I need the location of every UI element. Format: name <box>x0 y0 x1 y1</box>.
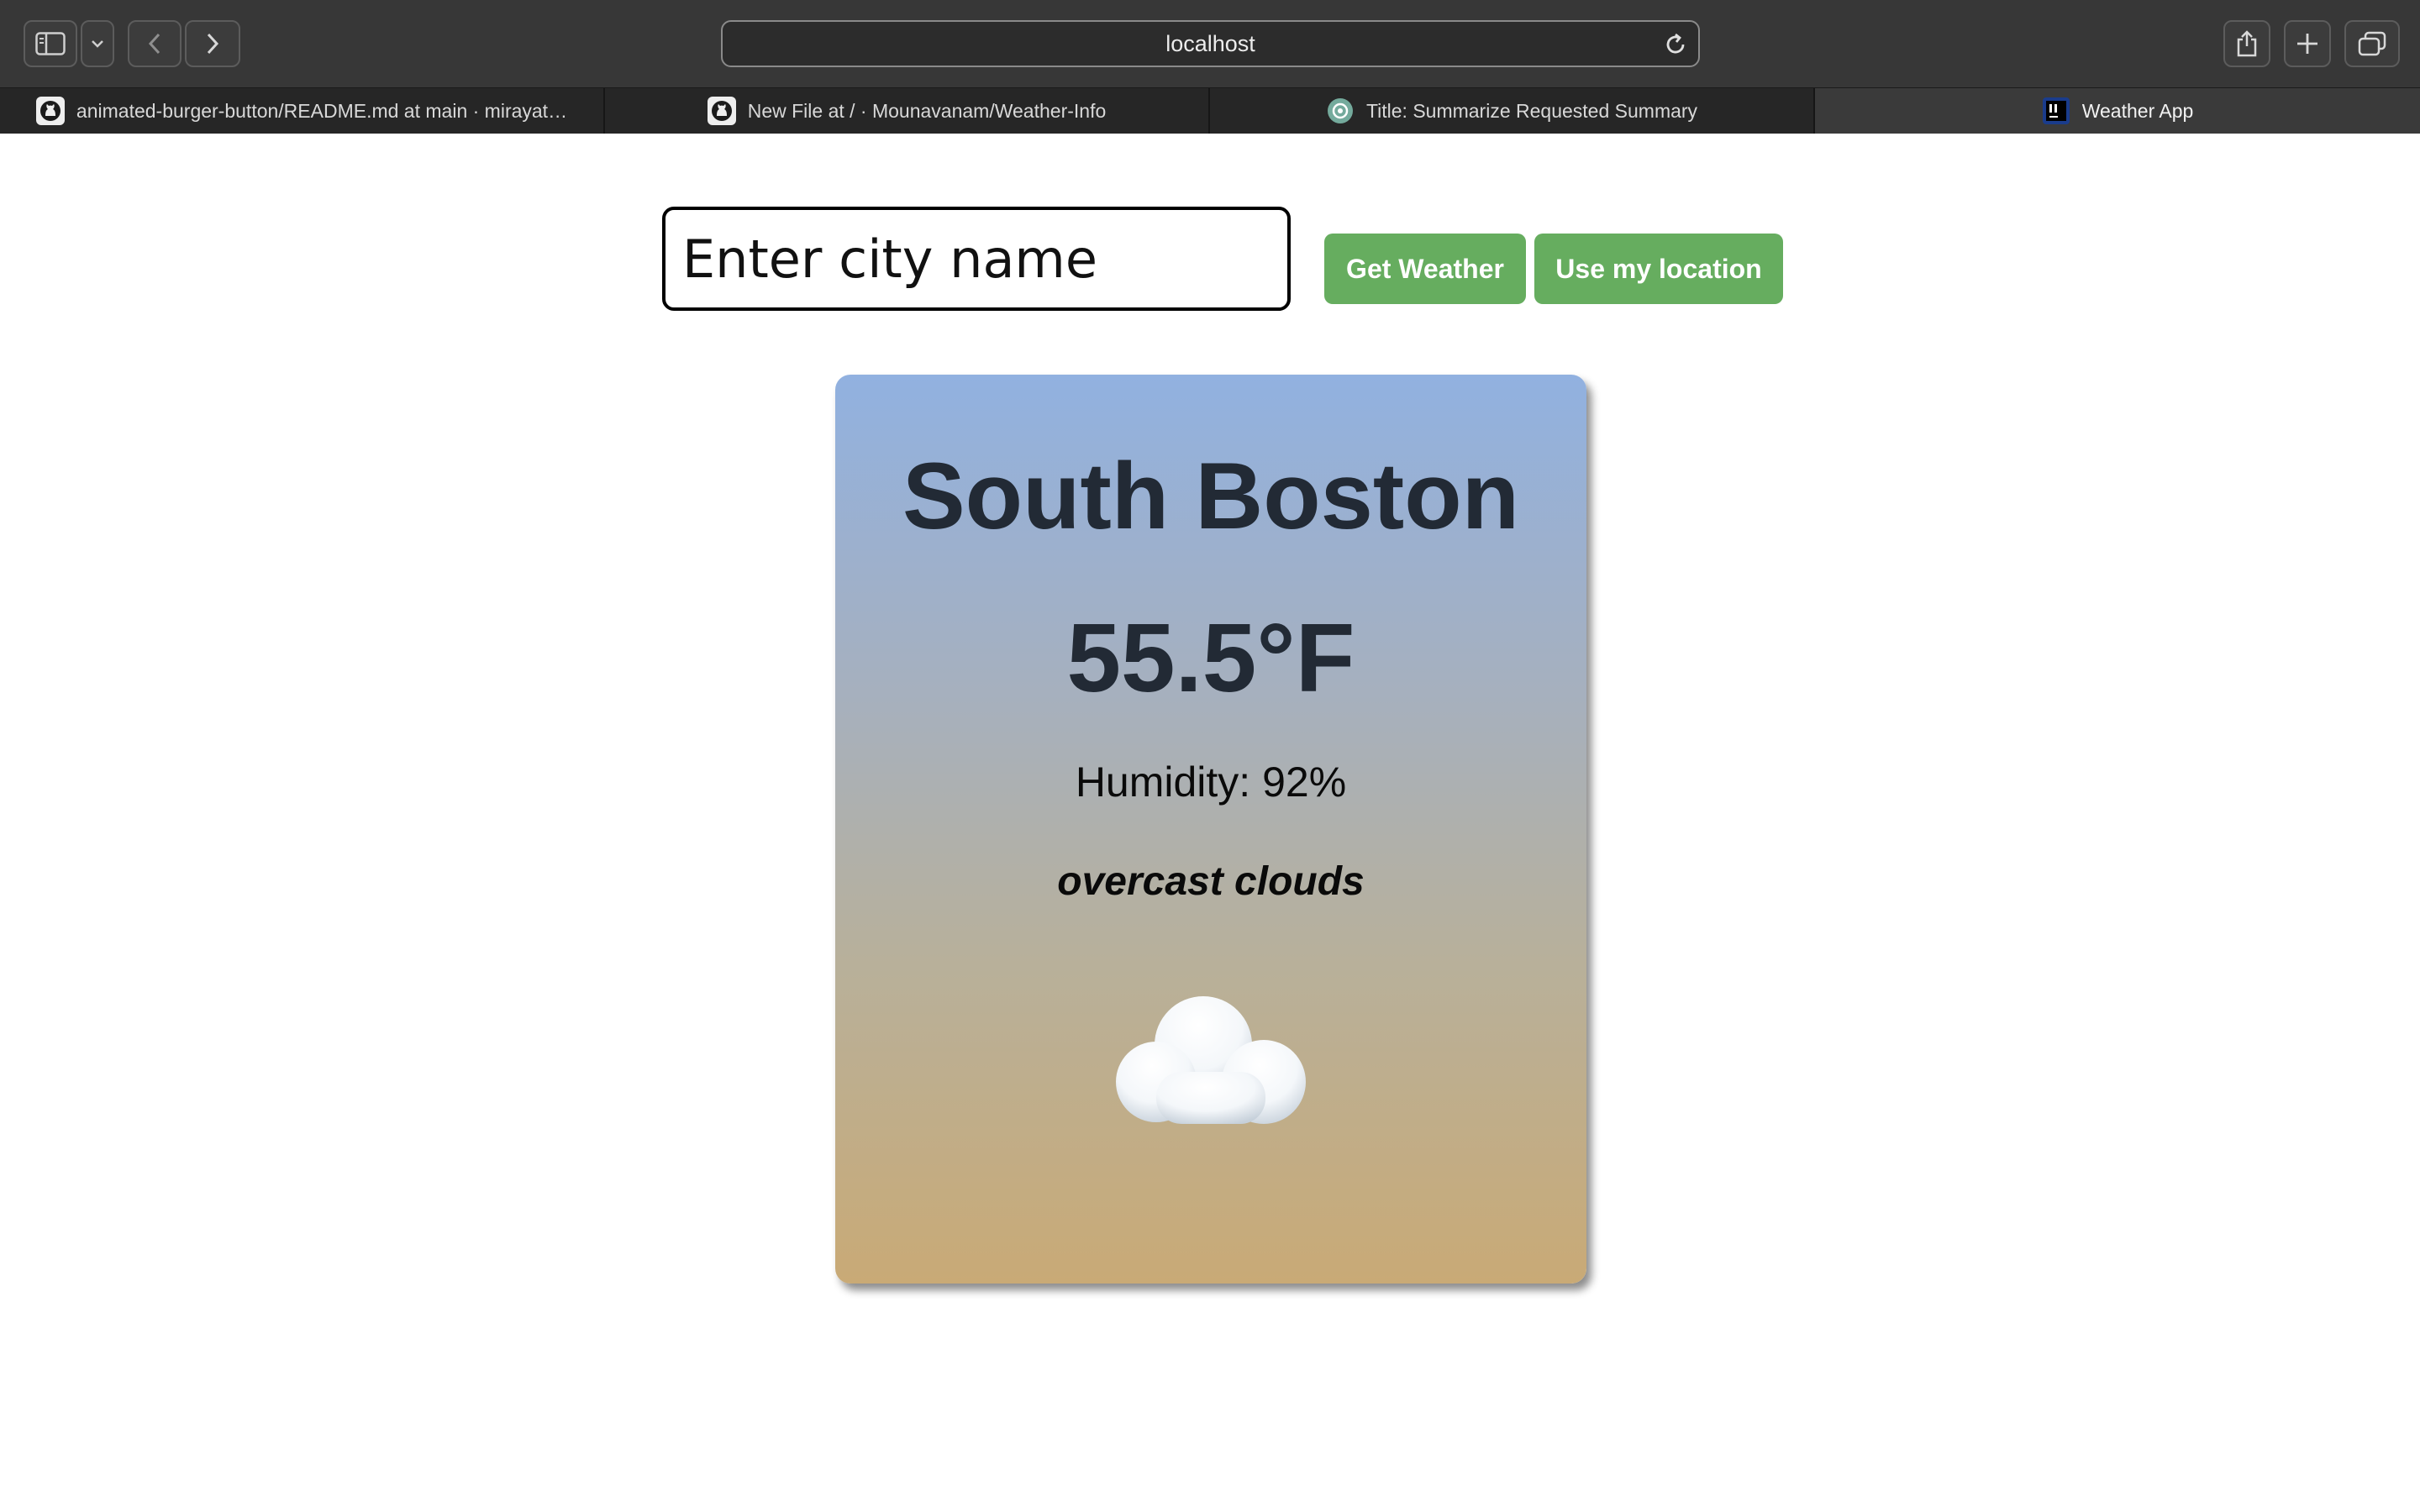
tab-group-dropdown-button[interactable] <box>81 20 114 67</box>
sidebar-icon <box>35 32 66 55</box>
cloud-icon <box>1116 996 1306 1124</box>
github-icon <box>35 97 65 125</box>
github-icon <box>707 97 736 125</box>
tab-github-new-file[interactable]: New File at / · Mounavanam/Weather-Info <box>605 88 1210 134</box>
address-text: localhost <box>1165 30 1255 56</box>
tab-label: New File at / · Mounavanam/Weather-Info <box>747 99 1107 122</box>
new-tab-button[interactable] <box>2284 20 2331 67</box>
tab-label: Weather App <box>2081 99 2194 122</box>
intellij-icon <box>2042 97 2070 125</box>
humidity: Humidity: 92% <box>1075 759 1347 806</box>
reload-icon[interactable] <box>1663 32 1688 57</box>
tab-label: Title: Summarize Requested Summary <box>1365 99 1698 122</box>
share-icon <box>2237 30 2257 57</box>
tab-overview-button[interactable] <box>2344 20 2400 67</box>
sidebar-toggle-button[interactable] <box>24 20 77 67</box>
chatgpt-icon <box>1326 97 1355 125</box>
plus-icon <box>2297 34 2317 54</box>
forward-button[interactable] <box>185 20 240 67</box>
tab-overview-icon <box>2358 31 2386 56</box>
tab-bar: animated-burger-button/README.md at main… <box>0 87 2420 134</box>
chevron-down-icon <box>92 40 103 48</box>
weather-description: overcast clouds <box>1057 859 1365 904</box>
tab-weather-app[interactable]: Weather App <box>1815 88 2420 134</box>
chevron-left-icon <box>148 33 160 55</box>
address-bar[interactable]: localhost <box>721 20 1700 67</box>
get-weather-button[interactable]: Get Weather <box>1324 234 1526 304</box>
back-button[interactable] <box>128 20 182 67</box>
weather-card: South Boston 55.5°F Humidity: 92% overca… <box>835 375 1586 1284</box>
temperature: 55.5°F <box>1066 603 1355 712</box>
browser-toolbar: localhost <box>0 0 2420 87</box>
tab-chatgpt[interactable]: Title: Summarize Requested Summary <box>1210 88 1815 134</box>
tab-github-readme[interactable]: animated-burger-button/README.md at main… <box>0 88 605 134</box>
tab-label: animated-burger-button/README.md at main… <box>76 99 568 122</box>
use-my-location-button[interactable]: Use my location <box>1534 234 1783 304</box>
city-name: South Boston <box>902 444 1520 549</box>
city-search-input[interactable] <box>662 207 1291 311</box>
share-button[interactable] <box>2223 20 2270 67</box>
chevron-right-icon <box>207 33 219 55</box>
